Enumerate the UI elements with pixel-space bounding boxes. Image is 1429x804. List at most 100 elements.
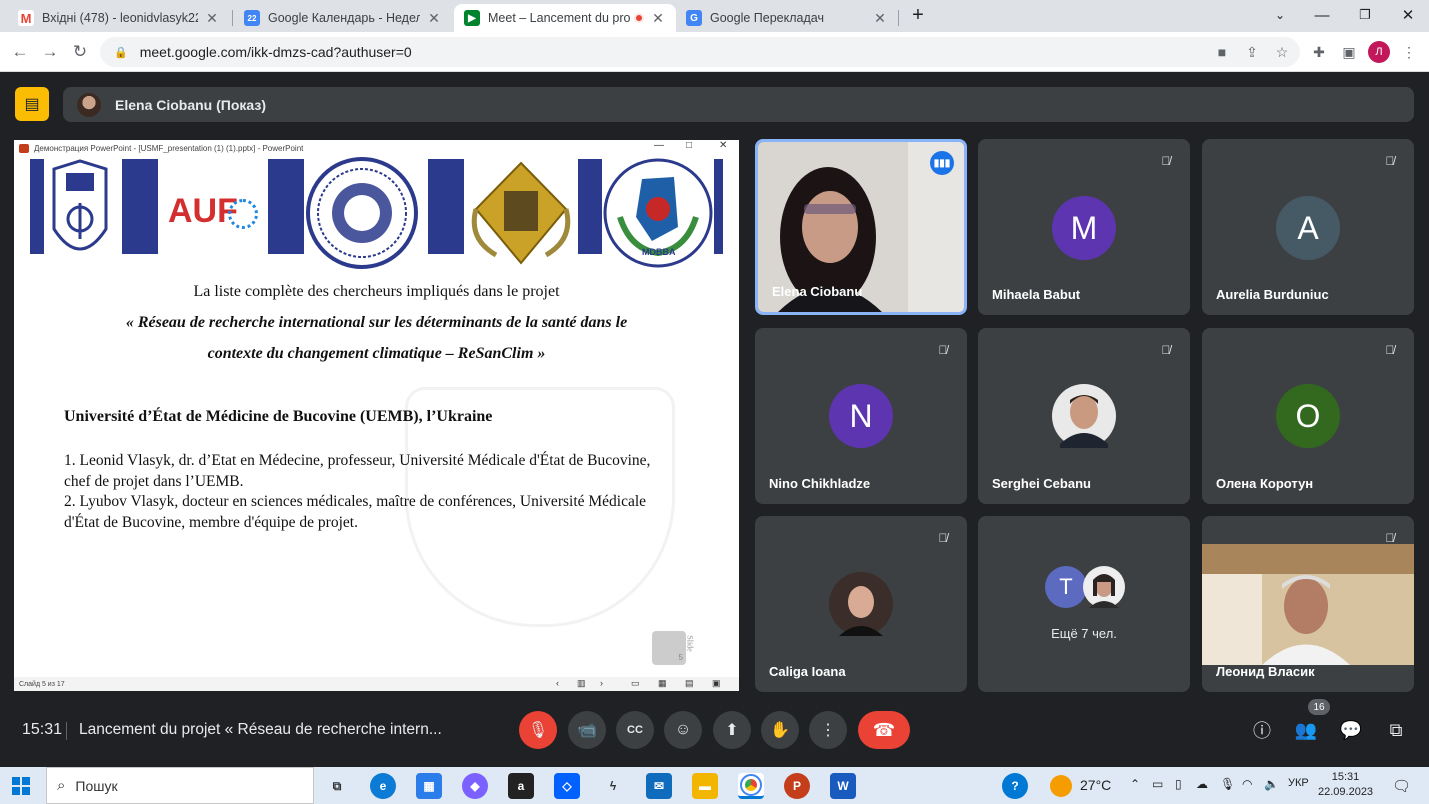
slide-heading: La liste complète des chercheurs impliqu…	[193, 283, 560, 300]
clock[interactable]: 15:31 22.09.2023	[1318, 770, 1373, 800]
wifi-icon[interactable]: ◠	[1242, 777, 1252, 791]
meet-icon: ▶	[464, 10, 480, 26]
logo-banner: AUF MDBBA	[30, 157, 723, 275]
tab-search-icon[interactable]: ⌄	[1258, 0, 1302, 30]
more-options-button[interactable]: ⋮	[809, 711, 847, 749]
minimize-icon[interactable]: —	[1300, 0, 1344, 30]
taskbar-search[interactable]: ⌕ Пошук	[46, 767, 314, 804]
restore-icon[interactable]: ❐	[1343, 0, 1387, 30]
app-icon[interactable]: ϟ	[600, 773, 626, 799]
participant-tile-serghei[interactable]: 🎙̸ Serghei Cebanu	[978, 328, 1190, 504]
avatar: O	[1276, 384, 1340, 448]
participant-name: Caliga Ioana	[769, 664, 846, 679]
activities-icon[interactable]: ⧉	[1383, 717, 1409, 743]
banner-stripe	[428, 159, 464, 254]
participant-tile-mihaela[interactable]: 🎙̸ M Mihaela Babut	[978, 139, 1190, 315]
url-field[interactable]: 🔒 meet.google.com/ikk-dmzs-cad?authuser=…	[100, 37, 1300, 67]
participant-tile-nino[interactable]: 🎙̸ N Nino Chikhladze	[755, 328, 967, 504]
emoji-button[interactable]: ☺	[664, 711, 702, 749]
start-icon[interactable]	[12, 777, 30, 795]
university-heading: Université d’État de Médicine de Bucovin…	[64, 408, 493, 425]
translate-icon: G	[686, 10, 702, 26]
copilot-icon[interactable]: ◆	[462, 773, 488, 799]
presenter-bar[interactable]: Elena Ciobanu (Показ)	[63, 87, 1414, 122]
language-indicator[interactable]: УКР	[1288, 777, 1309, 789]
weather-icon[interactable]	[1050, 775, 1072, 797]
tab-calendar[interactable]: 22 Google Календарь - Неделя: 17 ✕	[234, 4, 452, 32]
edge-icon[interactable]: e	[370, 773, 396, 799]
people-icon[interactable]: 👥	[1293, 717, 1319, 743]
mic-off-icon: 🎙̸	[1385, 531, 1395, 545]
temperature[interactable]: 27°C	[1080, 777, 1111, 793]
new-tab-icon[interactable]: +	[896, 0, 940, 30]
mail-icon[interactable]: ✉	[646, 773, 672, 799]
present-button[interactable]: ⬆	[713, 711, 751, 749]
captions-button[interactable]: CC	[616, 711, 654, 749]
chat-icon[interactable]: 💬	[1338, 717, 1364, 743]
side-panel-icon[interactable]: ▣	[1338, 41, 1360, 63]
battery-icon[interactable]: ▭	[1152, 777, 1163, 791]
presentation-screen: Демонстрация PowerPoint - [USMF_presenta…	[14, 140, 739, 691]
back-icon[interactable]: ←	[8, 40, 32, 64]
browser-tab-strip: M Вхідні (478) - leonidvlasyk223@gmail.c…	[0, 0, 1429, 32]
mic-toggle-button[interactable]: 🎙	[519, 711, 557, 749]
participant-tile-elena[interactable]: ▮▮▮ Elena Ciobanu	[755, 139, 967, 315]
extensions-icon[interactable]: ✚	[1308, 41, 1330, 63]
participant-tile-aurelia[interactable]: 🎙̸ A Aurelia Burduniuc	[1202, 139, 1414, 315]
word-icon[interactable]: W	[830, 773, 856, 799]
close-icon[interactable]: ✕	[650, 10, 666, 27]
onedrive-icon[interactable]: ☁	[1196, 777, 1208, 791]
notifications-icon[interactable]: 🗨	[1392, 777, 1411, 795]
mic-off-icon: 🎙̸	[1161, 154, 1171, 168]
leave-call-button[interactable]: ☎	[858, 711, 910, 749]
raise-hand-button[interactable]: ✋	[761, 711, 799, 749]
participant-tile-olena[interactable]: 🎙̸ O Олена Коротун	[1202, 328, 1414, 504]
tab-gmail[interactable]: M Вхідні (478) - leonidvlasyk223@gmail.c…	[8, 4, 230, 32]
chrome-icon[interactable]	[738, 773, 764, 799]
presentation-icon[interactable]: ▤	[15, 87, 49, 121]
reload-icon[interactable]: ↻	[68, 40, 92, 64]
ppt-statusbar: Слайд 5 из 17 ‹ ▥ › ▭ ▦ ▤ ▣	[14, 677, 739, 691]
file-explorer-icon[interactable]: ▬	[692, 773, 718, 799]
powerpoint-icon[interactable]: P	[784, 773, 810, 799]
participant-tile-leonid[interactable]: 🎙̸ Леонид Власик	[1202, 516, 1414, 692]
close-icon[interactable]: ✕	[872, 10, 888, 27]
participant-tile-more[interactable]: T Ещё 7 чел.	[978, 516, 1190, 692]
close-icon[interactable]: ✕	[426, 10, 442, 27]
volume-icon[interactable]: 🔈	[1264, 777, 1279, 791]
ppt-close-icon: ✕	[719, 140, 728, 151]
ppt-title: Демонстрация PowerPoint - [USMF_presenta…	[34, 144, 304, 153]
window-close-icon[interactable]: ✕	[1386, 0, 1429, 30]
camera-toggle-button[interactable]: 📹	[568, 711, 606, 749]
camera-icon[interactable]: ■	[1211, 41, 1233, 63]
store-icon[interactable]: ▦	[416, 773, 442, 799]
tab-translate[interactable]: G Google Перекладач ✕	[676, 4, 898, 32]
help-icon[interactable]: ?	[1002, 773, 1028, 799]
tab-divider	[232, 10, 233, 26]
participant-count-badge: 16	[1308, 699, 1330, 715]
bookmark-star-icon[interactable]: ☆	[1271, 41, 1293, 63]
device-icon[interactable]: ▯	[1175, 777, 1182, 791]
banner-stripe	[30, 159, 44, 254]
usmf-logo	[52, 159, 108, 251]
task-view-icon[interactable]: ⧉	[324, 773, 350, 799]
researcher-list: 1. Leonid Vlasyk, dr. d’Etat en Médecine…	[64, 451, 674, 533]
url-text: meet.google.com/ikk-dmzs-cad?authuser=0	[139, 44, 412, 60]
participant-name: Олена Коротун	[1216, 476, 1314, 491]
slide-number-box: 5	[652, 631, 686, 665]
dropbox-icon[interactable]: ◇	[554, 773, 580, 799]
amazon-icon[interactable]: a	[508, 773, 534, 799]
participant-tile-caliga[interactable]: 🎙̸ Caliga Ioana	[755, 516, 967, 692]
tab-meet[interactable]: ▶ Meet – Lancement du projet ✕	[454, 4, 676, 32]
mic-off-icon: 🎙̸	[1385, 154, 1395, 168]
profile-avatar[interactable]: Л	[1368, 41, 1390, 63]
share-icon[interactable]: ⇪	[1241, 41, 1263, 63]
close-icon[interactable]: ✕	[204, 10, 220, 27]
menu-kebab-icon[interactable]: ⋮	[1398, 41, 1420, 63]
mic-tray-icon[interactable]: 🎙	[1220, 777, 1235, 791]
forward-icon[interactable]: →	[38, 40, 62, 64]
tray-chevron-icon[interactable]: ⌃	[1130, 777, 1140, 791]
video-feed	[1202, 544, 1414, 665]
divider	[66, 722, 67, 740]
meeting-info-icon[interactable]: ⓘ	[1249, 717, 1275, 743]
